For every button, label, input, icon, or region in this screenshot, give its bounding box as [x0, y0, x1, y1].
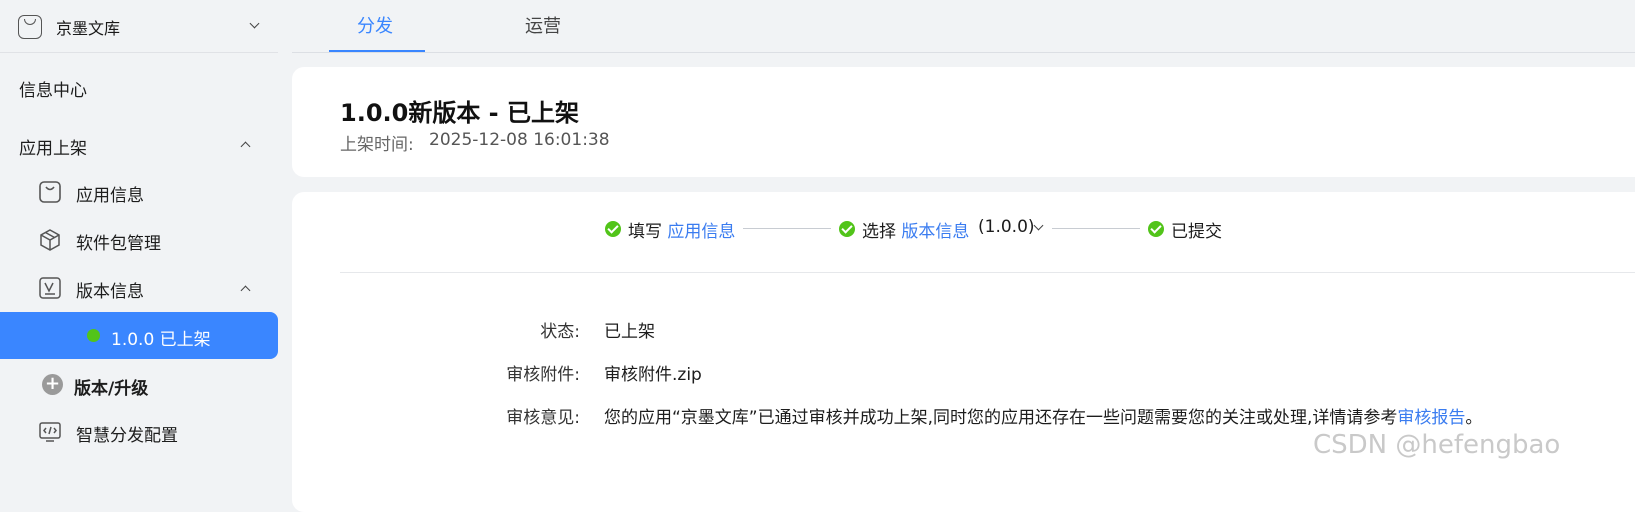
app-name: 京墨文库 [56, 19, 121, 38]
section-divider [340, 272, 1635, 273]
chevron-down-icon [249, 18, 260, 29]
tab-operate[interactable]: 运营 [525, 12, 561, 38]
package-box-icon [40, 229, 60, 251]
check-circle-icon [605, 221, 621, 237]
step-connector [743, 228, 831, 229]
chevron-down-icon[interactable] [1033, 220, 1044, 231]
status-dot [87, 329, 100, 342]
review-opinion-end: 。 [1465, 408, 1483, 428]
sidebar-item-label: 1.0.0 已上架 [111, 330, 211, 350]
step-2-prefix: 选择 [862, 222, 896, 242]
attachment-label: 审核附件: [506, 365, 580, 385]
sidebar-divider [0, 52, 278, 53]
code-config-icon [39, 422, 61, 442]
sidebar-item-label: 软件包管理 [76, 234, 161, 254]
listing-time-value: 2025-12-08 16:01:38 [429, 130, 610, 150]
chevron-up-icon[interactable] [240, 285, 251, 296]
active-tab-indicator [329, 50, 425, 52]
app-selector[interactable]: 京墨文库 [18, 12, 278, 42]
step-2-link[interactable]: 版本信息 [901, 222, 969, 242]
step-1-link[interactable]: 应用信息 [667, 222, 735, 242]
sidebar-item-label: 智慧分发配置 [76, 426, 178, 446]
attachment-link[interactable]: 审核附件.zip [604, 360, 702, 385]
sidebar-item-info-center[interactable]: 信息中心 [19, 76, 87, 101]
sidebar-item-package-management[interactable]: 软件包管理 [0, 220, 278, 260]
sidebar-item-label: 版本信息 [76, 282, 144, 302]
sidebar: 京墨文库 信息中心 应用上架 应用信息 软件包管理 版本信息 1.0.0 已上架 [0, 0, 292, 496]
check-circle-icon [839, 221, 855, 237]
tab-bar: 分发 运营 [292, 0, 1635, 53]
sidebar-item-app-info[interactable]: 应用信息 [0, 172, 278, 212]
sidebar-item-version-1-0-0[interactable]: 1.0.0 已上架 [0, 312, 278, 359]
plus-circle-icon[interactable]: + [42, 374, 63, 395]
step-1-label: 填写 应用信息 [628, 217, 735, 242]
shopping-bag-icon [39, 181, 61, 203]
sidebar-item-version-upgrade[interactable]: 版本/升级 [74, 374, 148, 399]
review-opinion-text: 您的应用“京墨文库”已通过审核并成功上架,同时您的应用还存在一些问题需要您的关注… [604, 403, 1482, 428]
review-opinion-body: 您的应用“京墨文库”已通过审核并成功上架,同时您的应用还存在一些问题需要您的关注… [604, 408, 1398, 428]
chevron-up-icon[interactable] [240, 141, 251, 152]
page-title: 1.0.0新版本 - 已上架 [340, 99, 580, 127]
status-value: 已上架 [604, 322, 655, 342]
check-circle-icon [1148, 221, 1164, 237]
review-opinion-label: 审核意见: [506, 408, 580, 428]
sidebar-group-app-listing[interactable]: 应用上架 [19, 134, 87, 159]
watermark: CSDN @hefengbao [1313, 430, 1561, 460]
review-report-link[interactable]: 审核报告 [1397, 408, 1465, 428]
step-1-prefix: 填写 [628, 222, 662, 242]
version-document-icon [39, 277, 61, 299]
sidebar-item-smart-distribution[interactable]: 智慧分发配置 [0, 412, 278, 452]
status-label: 状态: [540, 322, 580, 342]
sidebar-item-version-info[interactable]: 版本信息 [0, 268, 278, 308]
version-select[interactable]: (1.0.0) [978, 217, 1035, 237]
listing-time-label: 上架时间: [340, 135, 414, 155]
step-connector [1052, 228, 1140, 229]
step-3-label: 已提交 [1171, 222, 1222, 242]
tab-distribute[interactable]: 分发 [357, 12, 393, 38]
version-detail-card: 填写 应用信息 选择 版本信息 (1.0.0) 已提交 状态: 已上架 审核附件… [292, 192, 1635, 512]
step-2-label: 选择 版本信息 [862, 217, 969, 242]
version-header-card: 1.0.0新版本 - 已上架 上架时间: 2025-12-08 16:01:38 [292, 67, 1635, 177]
shopping-bag-icon [18, 15, 42, 39]
sidebar-item-label: 应用信息 [76, 186, 144, 206]
